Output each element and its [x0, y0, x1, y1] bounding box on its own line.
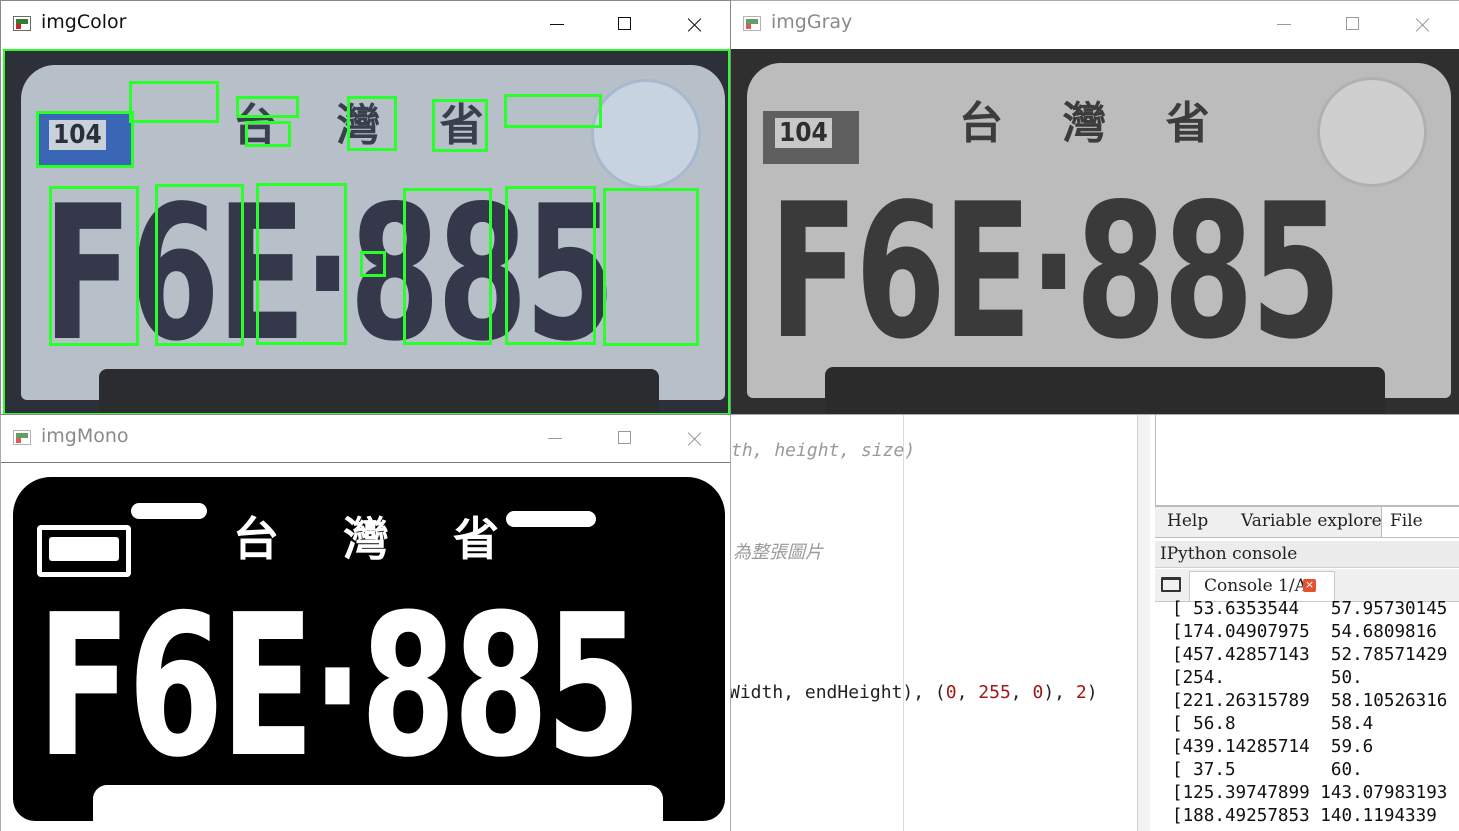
minimize-button[interactable] — [1263, 7, 1305, 41]
code-comment-full-image: 為整張圖片 — [733, 542, 823, 563]
imgcolor-titlebar[interactable]: imgColor — [1, 1, 730, 47]
window-title: imgColor — [41, 11, 127, 33]
detection-box — [245, 121, 291, 147]
detection-box — [236, 96, 299, 118]
code-line-args: th, height, size) — [731, 440, 916, 461]
tab-file-explorer[interactable]: File expl — [1381, 507, 1459, 559]
window-title: imgGray — [771, 11, 853, 33]
console-line: [ 37.5 60. — [1172, 760, 1363, 780]
detection-box — [129, 81, 219, 123]
console-line: [ 56.8 58.4 — [1172, 714, 1374, 734]
gray-plate-image: 104 台 灣 省 F6E·885 — [731, 49, 1459, 414]
console-line: [457.42857143 52.78571429 — [1172, 645, 1448, 665]
imggray-titlebar[interactable]: imgGray — [731, 1, 1459, 47]
detection-box — [504, 94, 602, 128]
region-code: 104 — [775, 118, 832, 148]
console-line: [188.49257853 140.1194339 — [1172, 806, 1437, 826]
bolt-blob-left — [131, 503, 207, 519]
code-line-rectangle: Width, endHeight), (0, 255, 0), 2) — [729, 682, 1098, 703]
pane-tabbar: Help Variable explorer File expl — [1155, 506, 1459, 559]
console-line: [221.26315789 58.10526316 — [1172, 691, 1448, 711]
tab-help[interactable]: Help — [1159, 507, 1216, 537]
minimize-button[interactable] — [534, 421, 576, 455]
console-line: [174.04907975 54.6809816 — [1172, 622, 1437, 642]
detection-box — [403, 188, 492, 345]
close-icon[interactable]: × — [1303, 579, 1316, 592]
console-line: [254. 50. — [1172, 668, 1363, 688]
app-icon — [743, 16, 761, 31]
maximize-button[interactable] — [604, 421, 646, 455]
close-button[interactable] — [674, 7, 716, 41]
region-code-blob — [49, 537, 119, 561]
app-icon — [13, 430, 31, 445]
registration-number: F6E·885 — [769, 163, 1342, 380]
detection-box — [603, 188, 699, 346]
detection-box — [155, 184, 244, 346]
console-tab[interactable]: Console 1/A × — [1189, 571, 1335, 601]
minimize-button[interactable] — [536, 7, 578, 41]
window-title: imgMono — [41, 425, 129, 447]
mono-plate-image: 台 灣 省 F6E·885 — [1, 462, 730, 831]
detection-box — [256, 183, 347, 345]
console-output: [ 53.6353544 57.95730145 [174.04907975 54… — [1172, 598, 1447, 828]
province-text: 台 灣 省 — [959, 98, 1232, 149]
app-icon — [13, 16, 31, 31]
ipython-console-header: IPython console — [1155, 541, 1459, 568]
detection-box — [432, 99, 488, 152]
imggray-window[interactable]: imgGray 104 台 灣 省 F6E·885 — [731, 0, 1459, 415]
maximize-button[interactable] — [604, 7, 646, 41]
close-button[interactable] — [674, 421, 716, 455]
registration-number: F6E·885 — [37, 573, 641, 801]
editor-right-border — [1137, 415, 1150, 831]
console-line: [439.14285714 59.6 — [1172, 737, 1374, 757]
console-line: [ 53.6353544 57.95730145 — [1172, 599, 1448, 619]
detection-box — [505, 186, 596, 345]
imgmono-window[interactable]: imgMono 台 灣 省 F6E·885 — [0, 415, 731, 831]
detection-box — [360, 251, 386, 277]
province-text: 台 灣 省 — [233, 512, 524, 566]
close-button[interactable] — [1402, 7, 1444, 41]
editor-vertical-guide — [903, 415, 904, 831]
maximize-button[interactable] — [1332, 7, 1374, 41]
imgcolor-window[interactable]: imgColor 104 台 灣 省 F6E·885 — [0, 0, 731, 415]
detection-box — [347, 96, 397, 151]
folder-icon[interactable] — [1161, 577, 1181, 592]
color-plate-image: 104 台 灣 省 F6E·885 — [3, 49, 730, 414]
imgmono-titlebar[interactable]: imgMono — [1, 415, 730, 461]
console-line: [125.39747899 143.07983193 — [1172, 783, 1448, 803]
detection-box — [49, 186, 139, 346]
upper-pane — [1155, 415, 1459, 506]
tab-variable-explorer[interactable]: Variable explorer — [1233, 507, 1398, 537]
console-tab-label: Console 1/A — [1204, 576, 1307, 596]
detection-box — [36, 111, 134, 168]
